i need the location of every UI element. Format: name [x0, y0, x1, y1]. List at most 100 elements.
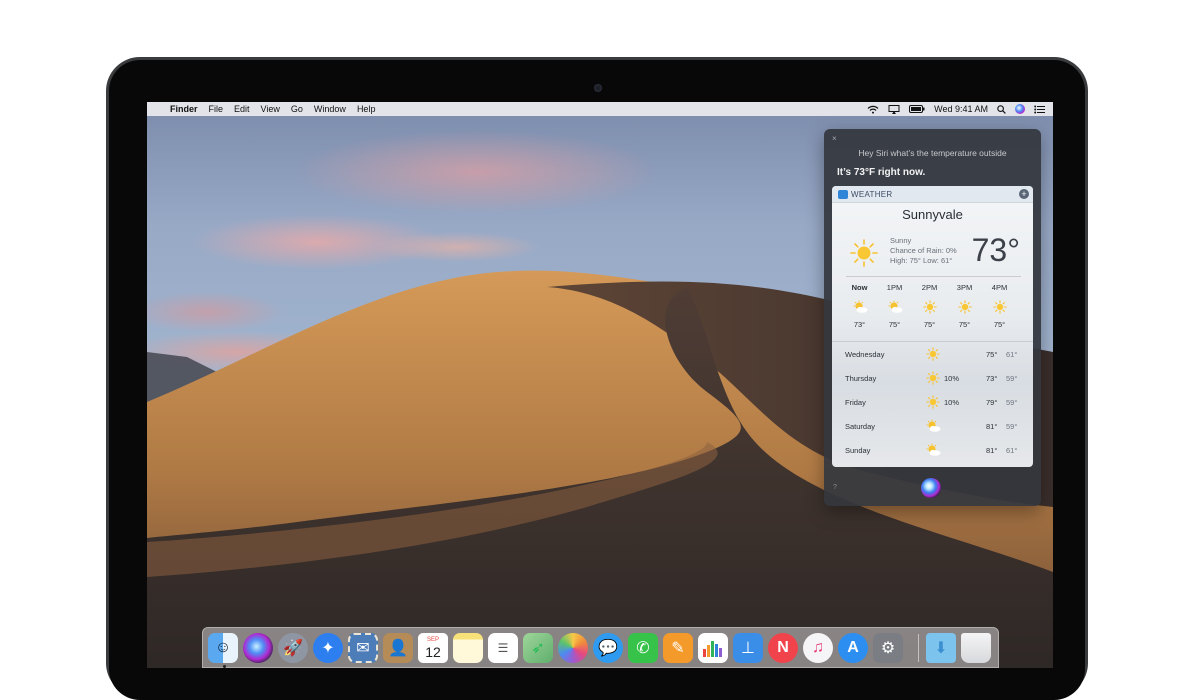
- stamp-icon[interactable]: ✉: [348, 633, 378, 663]
- sun-icon: [922, 300, 937, 314]
- siri-menu-icon[interactable]: [1015, 104, 1025, 114]
- chance-of-rain-text: Chance of Rain: 0%: [890, 246, 957, 255]
- weather-app-icon: [838, 190, 848, 199]
- sun-icon: [850, 239, 878, 267]
- music-note-icon[interactable]: ♫: [803, 633, 833, 663]
- dock-separator: [918, 634, 919, 662]
- calendar-icon[interactable]: SEP 12: [418, 633, 448, 663]
- menu-help[interactable]: Help: [357, 104, 376, 114]
- news-icon[interactable]: N: [768, 633, 798, 663]
- sun-icon: [926, 371, 940, 385]
- hour-temperature: 75°: [993, 320, 1006, 329]
- forecast-high: 75°: [986, 350, 998, 359]
- running-app-indicator: [223, 665, 226, 668]
- pages-icon[interactable]: ✎: [663, 633, 693, 663]
- forecast-row: Saturday 81° 59°: [832, 414, 1033, 438]
- forecast-precip: 10%: [944, 398, 960, 407]
- daily-forecast: Wednesday 75° 61° Thursday 10% 73° 59° F…: [832, 342, 1033, 462]
- contacts-icon[interactable]: 👤: [383, 633, 413, 663]
- menu-extras: Wed 9:41 AM: [867, 102, 1045, 116]
- hour-temperature: 75°: [958, 320, 971, 329]
- sun-cloud-icon: [888, 300, 902, 313]
- menu-app-name[interactable]: Finder: [170, 104, 198, 114]
- reminders-icon[interactable]: ☰: [488, 633, 518, 663]
- hourly-forecast: Now 73° 1PM 75° 2PM 75° 3PM 75° 4PM 75°: [842, 283, 1023, 329]
- map-icon[interactable]: ➶: [523, 633, 553, 663]
- menu-view[interactable]: View: [261, 104, 280, 114]
- menu-bar: Finder File Edit View Go Window Help Wed…: [147, 102, 1053, 116]
- weather-card[interactable]: WEATHER + Sunnyvale Sunny Chance of Rain…: [832, 186, 1033, 467]
- rocket-icon[interactable]: 🚀: [278, 633, 308, 663]
- siri-panel: × Hey Siri what’s the temperature outsid…: [824, 129, 1041, 506]
- high-low-text: High: 75° Low: 61°: [890, 256, 953, 265]
- battery-icon[interactable]: [909, 105, 925, 113]
- forecast-high: 81°: [986, 446, 998, 455]
- sun-icon: [926, 395, 940, 409]
- weather-card-tag: WEATHER: [851, 190, 893, 199]
- notes-icon[interactable]: [453, 633, 483, 663]
- forecast-day: Saturday: [845, 422, 876, 431]
- hour-label: Now: [851, 283, 868, 292]
- menu-clock[interactable]: Wed 9:41 AM: [934, 104, 988, 114]
- forecast-row: Sunday 81° 61°: [832, 438, 1033, 462]
- siri-help-button[interactable]: ?: [833, 484, 837, 491]
- forecast-day: Thursday: [845, 374, 877, 383]
- calendar-month: SEP: [426, 637, 439, 643]
- siri-query-text[interactable]: Hey Siri what’s the temperature outside: [824, 148, 1041, 158]
- forecast-low: 61°: [1006, 350, 1018, 359]
- weather-city: Sunnyvale: [902, 207, 963, 222]
- video-camera-icon[interactable]: ✆: [628, 633, 658, 663]
- forecast-row: Thursday 10% 73° 59°: [832, 366, 1033, 390]
- hour-temperature: 75°: [888, 320, 901, 329]
- camera-dot: [594, 84, 602, 92]
- desktop-screen: Finder File Edit View Go Window Help Wed…: [147, 102, 1053, 668]
- siri-response-text: It’s 73°F right now.: [837, 167, 926, 178]
- compass-icon[interactable]: ✦: [313, 633, 343, 663]
- calendar-day: 12: [425, 644, 441, 660]
- dock: ☺ 🚀 ✦ ✉ 👤 SEP 12 ☰ ➶ 💬 ✆ ✎ ⊥ N ♫ A ⚙ ⬇: [202, 627, 999, 668]
- finder-icon[interactable]: ☺: [208, 633, 238, 663]
- trash-icon[interactable]: [961, 633, 991, 663]
- sun-cloud-icon: [853, 300, 867, 313]
- menu-file[interactable]: File: [209, 104, 224, 114]
- hour-label: 1PM: [886, 283, 903, 292]
- hour-column: 2PM 75°: [912, 283, 947, 329]
- hour-temperature: 75°: [923, 320, 936, 329]
- siri-icon[interactable]: [243, 633, 273, 663]
- hour-temperature: 73°: [853, 320, 866, 329]
- weather-card-header: WEATHER +: [832, 186, 1033, 203]
- forecast-low: 59°: [1006, 398, 1018, 407]
- bar-chart-icon[interactable]: [698, 633, 728, 663]
- menu-go[interactable]: Go: [291, 104, 303, 114]
- forecast-day: Wednesday: [845, 350, 885, 359]
- hour-column: 1PM 75°: [877, 283, 912, 329]
- menu-window[interactable]: Window: [314, 104, 346, 114]
- photos-icon[interactable]: [558, 633, 588, 663]
- sun-cloud-icon: [926, 443, 941, 456]
- keynote-icon[interactable]: ⊥: [733, 633, 763, 663]
- airplay-icon[interactable]: [888, 104, 900, 114]
- hour-column: 3PM 75°: [947, 283, 982, 329]
- folder-icon[interactable]: ⬇: [926, 633, 956, 663]
- hour-label: 3PM: [956, 283, 973, 292]
- gear-icon[interactable]: ⚙: [873, 633, 903, 663]
- wifi-icon[interactable]: [867, 105, 879, 114]
- forecast-row: Friday 10% 79° 59°: [832, 390, 1033, 414]
- messages-icon[interactable]: 💬: [593, 633, 623, 663]
- siri-close-button[interactable]: ×: [832, 134, 837, 143]
- sun-cloud-icon: [926, 419, 941, 432]
- siri-listen-button[interactable]: [921, 478, 941, 498]
- forecast-high: 79°: [986, 398, 998, 407]
- notification-center-icon[interactable]: [1034, 105, 1045, 114]
- current-condition-text: Sunny: [890, 236, 912, 245]
- hour-column: Now 73°: [842, 283, 877, 329]
- menu-edit[interactable]: Edit: [234, 104, 250, 114]
- hour-column: 4PM 75°: [982, 283, 1017, 329]
- sun-icon: [992, 300, 1007, 314]
- forecast-high: 73°: [986, 374, 998, 383]
- forecast-high: 81°: [986, 422, 998, 431]
- forecast-day: Friday: [845, 398, 866, 407]
- app-store-icon[interactable]: A: [838, 633, 868, 663]
- spotlight-search-icon[interactable]: [997, 104, 1006, 114]
- add-to-notification-center-button[interactable]: +: [1019, 189, 1029, 199]
